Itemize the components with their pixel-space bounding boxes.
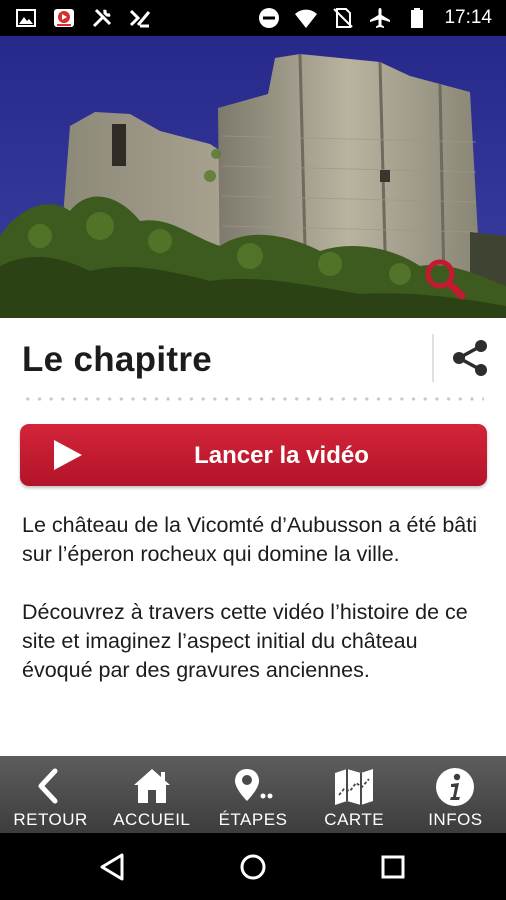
bottom-nav: RETOUR ACCUEIL ÉTAPES CARTE INFOS [0,756,506,833]
recents-square-icon[interactable] [373,847,413,887]
home-circle-icon[interactable] [233,847,273,887]
folded-map-icon [335,769,374,805]
dotted-divider [22,397,484,401]
home-icon [133,769,170,803]
tools-icon [92,8,112,28]
nav-item-infos[interactable]: INFOS [405,756,506,833]
wifi-icon [295,9,318,28]
hero-image [0,36,506,318]
system-status-icons: 17:14 [257,6,492,30]
battery-icon [411,8,424,28]
map-pin-icon [235,769,273,801]
page-title: Le chapitre [22,340,213,379]
title-divider [432,334,434,382]
info-icon [436,768,475,806]
launch-video-label: Lancer la vidéo [194,442,369,469]
zoom-button[interactable] [420,254,468,302]
nav-label: CARTE [324,810,385,829]
content-panel: Le chapitre Lancer la vidéo Le château d… [0,318,506,756]
youtube-icon [54,9,74,27]
status-bar: 17:14 [0,0,506,36]
no-sim-icon [333,8,354,28]
nav-item-retour[interactable]: RETOUR [0,756,101,833]
nav-item-accueil[interactable]: ACCUEIL [101,756,202,833]
clock: 17:14 [444,7,492,28]
nav-label: ÉTAPES [218,810,288,829]
check-icon [129,9,151,28]
notification-icons [14,6,152,30]
dnd-icon [259,8,280,28]
nav-label: RETOUR [13,810,88,829]
nav-item-etapes[interactable]: ÉTAPES [202,756,303,833]
magnifier-icon [425,259,466,300]
airplane-icon [370,8,391,28]
image-icon [16,9,36,27]
nav-label: INFOS [428,810,483,829]
back-arrow-icon [38,768,58,804]
back-triangle-icon[interactable] [93,847,133,887]
nav-label: ACCUEIL [113,810,191,829]
description-paragraph: Découvrez à travers cette vidéo l’histoi… [22,600,468,682]
description-paragraph: Le château de la Vicomté d’Aubusson a ét… [22,513,478,566]
nav-item-carte[interactable]: CARTE [304,756,405,833]
launch-video-button[interactable]: Lancer la vidéo [20,424,487,486]
description: Le château de la Vicomté d’Aubusson a ét… [22,511,490,685]
share-icon [453,340,487,376]
system-nav-bar [0,833,506,900]
share-button[interactable] [448,336,492,380]
